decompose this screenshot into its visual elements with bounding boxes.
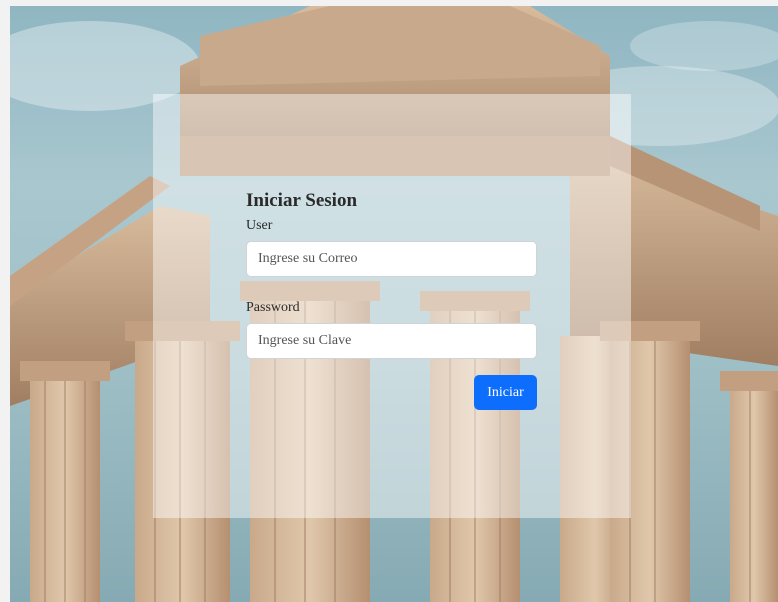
login-panel: Iniciar Sesion User Password Iniciar (153, 94, 631, 518)
button-row: Iniciar (246, 375, 537, 410)
password-label: Password (246, 300, 300, 315)
user-label: User (246, 218, 273, 233)
login-title: Iniciar Sesion (246, 190, 358, 211)
background-frame: Iniciar Sesion User Password Iniciar (10, 6, 778, 602)
login-submit-button[interactable]: Iniciar (474, 375, 537, 410)
user-email-input[interactable] (246, 241, 537, 277)
login-form: Iniciar Sesion User Password Iniciar (246, 190, 537, 410)
password-input[interactable] (246, 323, 537, 359)
